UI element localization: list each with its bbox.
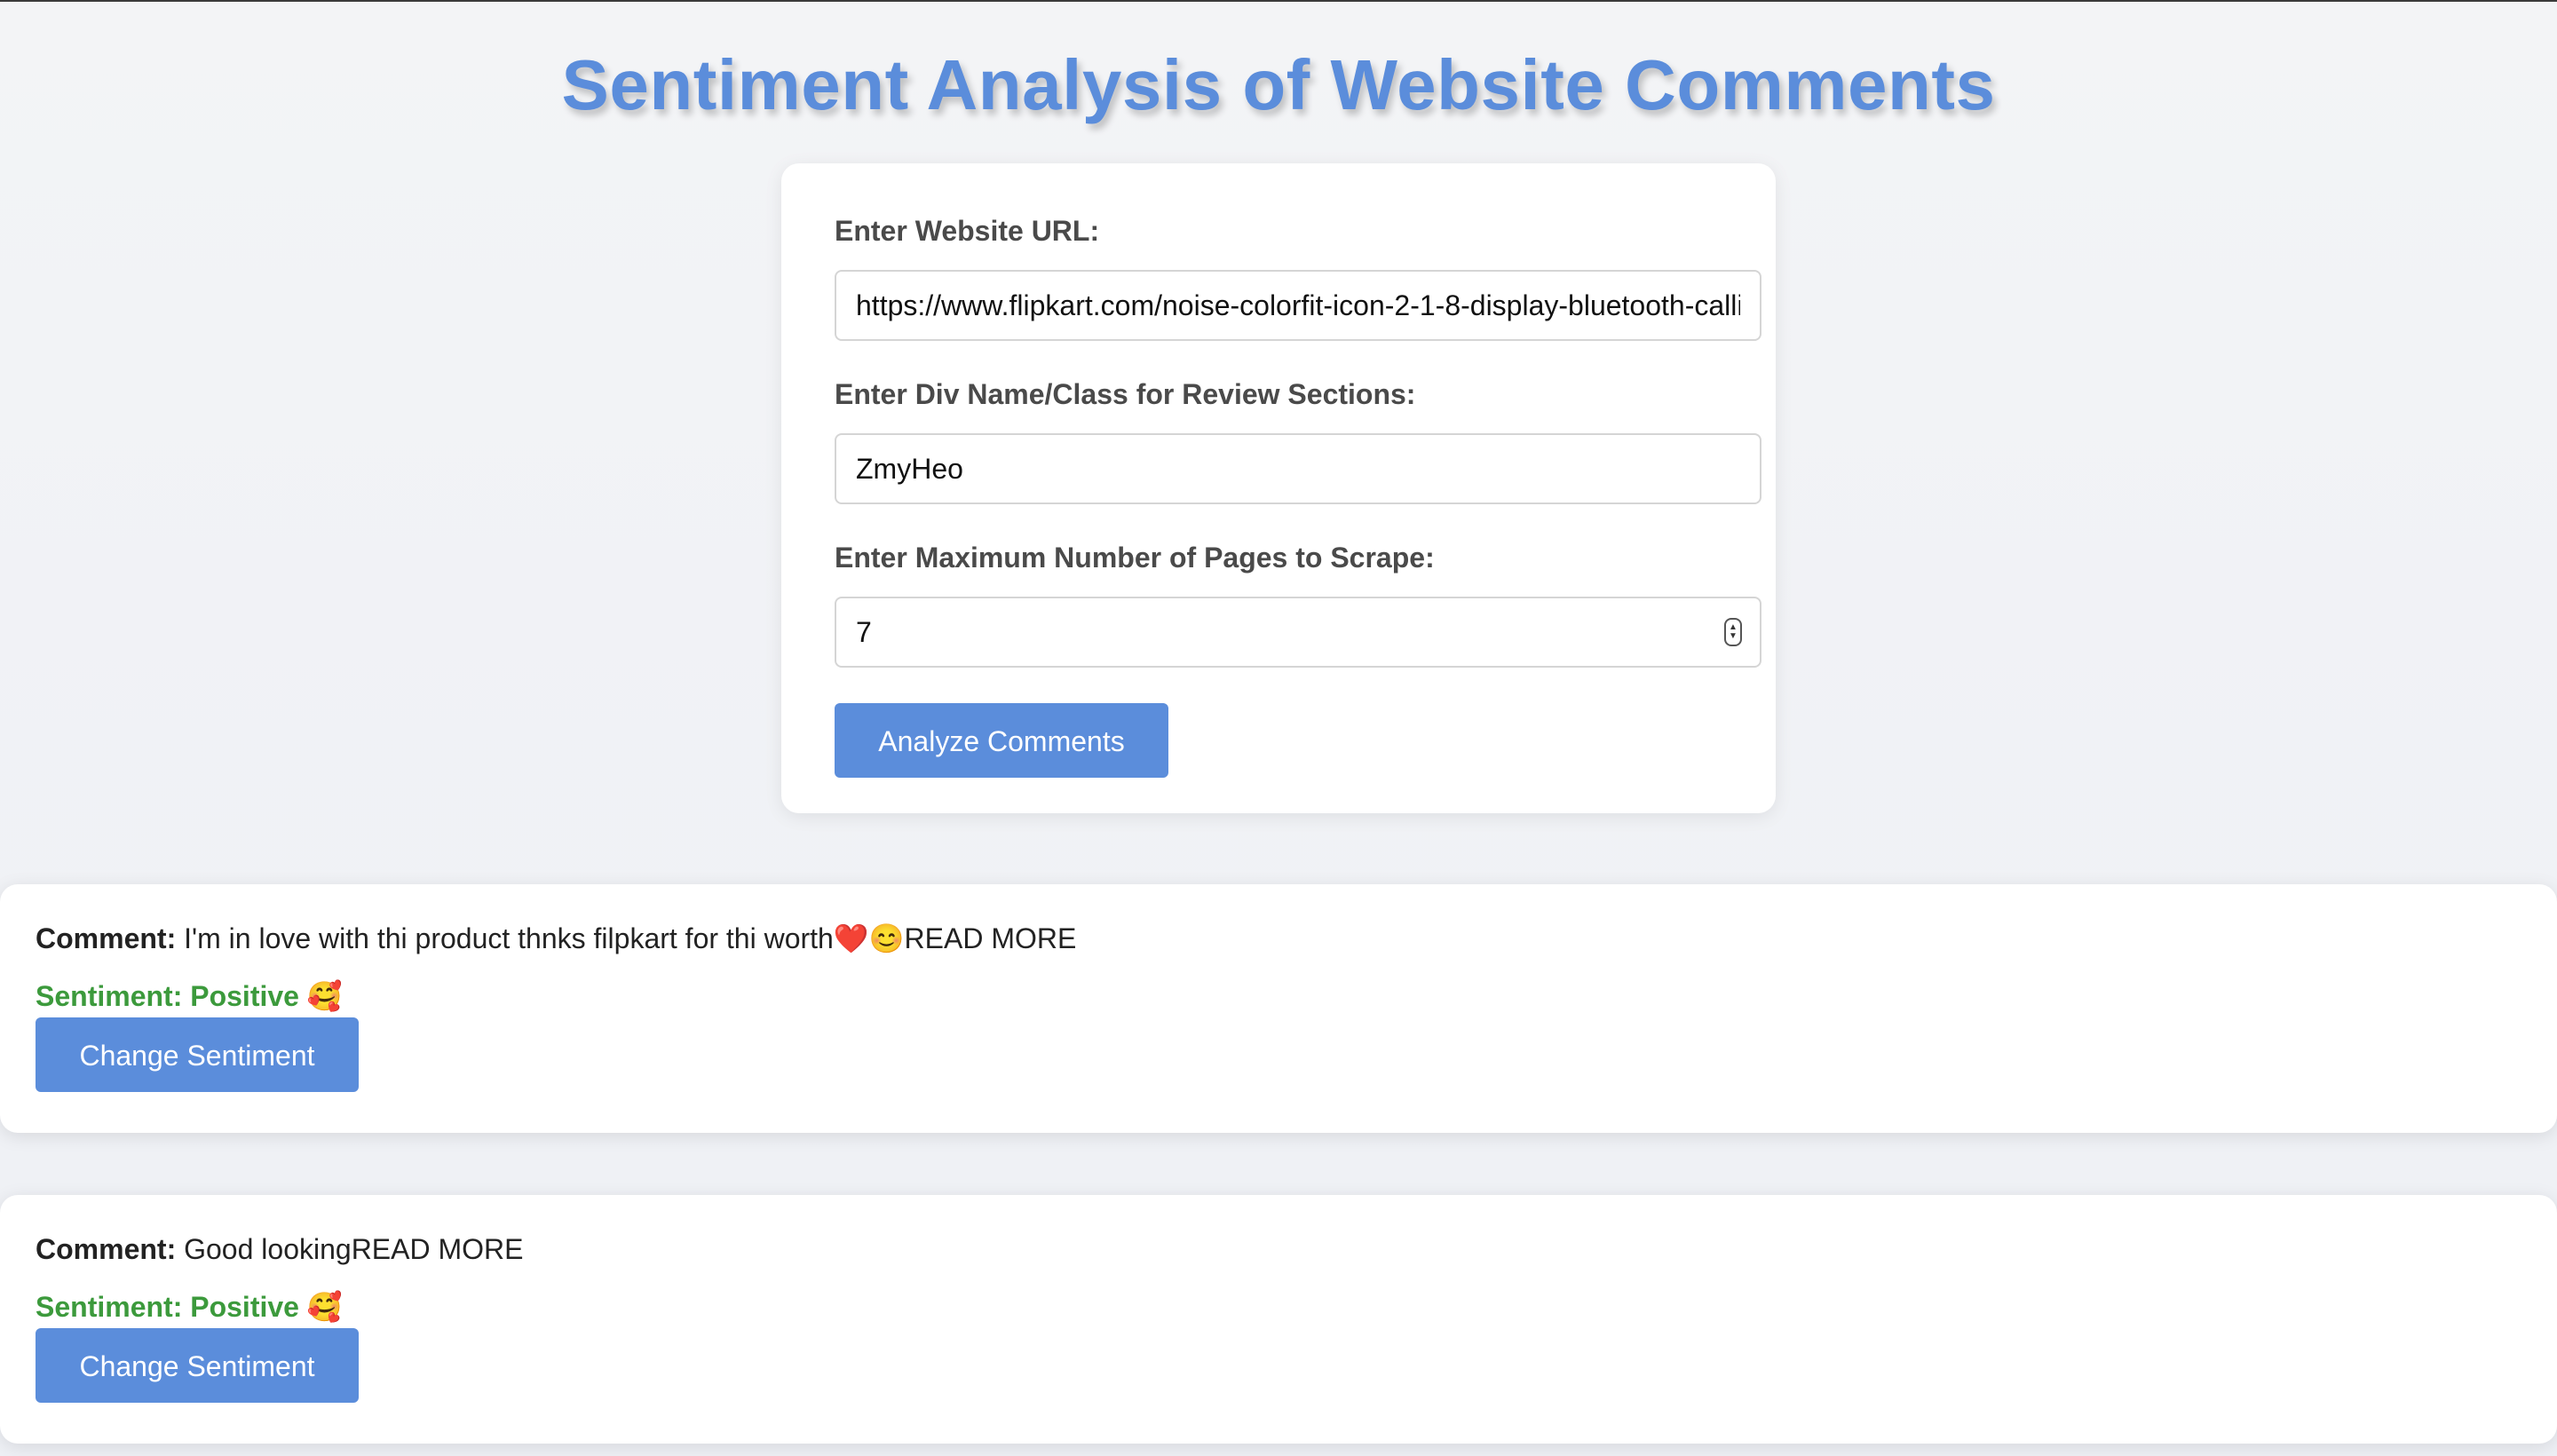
sentiment-label: Sentiment: Positive 🥰: [36, 980, 343, 1012]
analyze-comments-button[interactable]: Analyze Comments: [835, 703, 1168, 778]
comment-text-line: Comment: Good lookingREAD MORE: [36, 1227, 2521, 1271]
comment-prefix: Comment:: [36, 1233, 177, 1265]
number-stepper-icon[interactable]: ▲ ▼: [1724, 618, 1742, 646]
comment-text: Good lookingREAD MORE: [184, 1233, 524, 1265]
div-class-input[interactable]: [835, 433, 1761, 504]
chevron-down-icon[interactable]: ▼: [1729, 632, 1738, 641]
change-sentiment-button[interactable]: Change Sentiment: [36, 1328, 359, 1403]
sentiment-label: Sentiment: Positive 🥰: [36, 1291, 343, 1323]
comment-prefix: Comment:: [36, 922, 177, 954]
comment-text: I'm in love with thi product thnks filpk…: [184, 922, 1077, 954]
max-pages-label: Enter Maximum Number of Pages to Scrape:: [835, 542, 1435, 574]
comment-text-line: Comment: I'm in love with thi product th…: [36, 916, 2521, 961]
change-sentiment-button[interactable]: Change Sentiment: [36, 1017, 359, 1092]
comment-card: Comment: Good lookingREAD MORE Sentiment…: [0, 1195, 2557, 1444]
analysis-form-card: Enter Website URL: Enter Div Name/Class …: [781, 163, 1776, 813]
max-pages-field: ▲ ▼: [835, 597, 1761, 668]
max-pages-input[interactable]: [835, 597, 1761, 668]
page-title: Sentiment Analysis of Website Comments: [561, 45, 1996, 124]
window-top-border: [0, 0, 2557, 2]
url-input[interactable]: [835, 270, 1761, 341]
url-label: Enter Website URL:: [835, 215, 1100, 247]
div-class-label: Enter Div Name/Class for Review Sections…: [835, 378, 1416, 410]
comment-card: Comment: I'm in love with thi product th…: [0, 884, 2557, 1133]
